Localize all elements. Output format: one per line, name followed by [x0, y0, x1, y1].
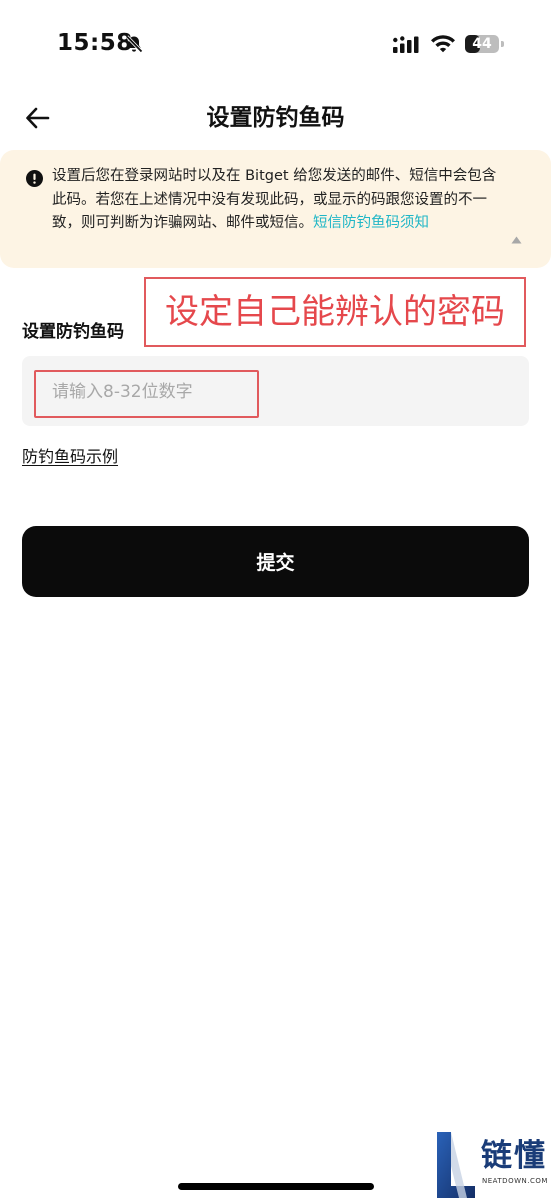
bell-slash-icon — [125, 35, 143, 53]
status-bar: 15:58 44 — [0, 0, 551, 90]
example-link[interactable]: 防钓鱼码示例 — [22, 444, 118, 470]
caret-up-icon[interactable] — [511, 236, 522, 244]
battery-cap — [501, 41, 504, 47]
battery-level: 44 — [472, 36, 492, 52]
cellular-signal-icon — [393, 36, 419, 53]
exclamation-circle-icon — [26, 170, 43, 187]
wifi-icon — [431, 35, 455, 53]
submit-button[interactable]: 提交 — [22, 526, 529, 597]
notice-link[interactable]: 短信防钓鱼码须知 — [313, 215, 429, 231]
battery-icon: 44 — [465, 35, 499, 53]
home-indicator[interactable] — [178, 1183, 374, 1190]
annotation-box: 设定自己能辨认的密码 — [144, 277, 526, 347]
annotation-text: 设定自己能辨认的密码 — [165, 292, 505, 332]
notice-banner: 设置后您在登录网站时以及在 Bitget 给您发送的邮件、短信中会包含此码。若您… — [0, 150, 551, 268]
notice-body: 设置后您在登录网站时以及在 Bitget 给您发送的邮件、短信中会包含此码。若您… — [52, 168, 497, 231]
watermark-brand-cn: 链懂 — [481, 1138, 547, 1174]
status-time: 15:58 — [57, 30, 133, 56]
brand-logo-icon — [437, 1132, 475, 1198]
field-label: 设置防钓鱼码 — [22, 322, 124, 342]
watermark: 链懂 NEATDOWN.COM — [437, 1130, 551, 1200]
watermark-brand-en: NEATDOWN.COM — [482, 1177, 548, 1185]
input-highlight-box — [34, 370, 259, 418]
notice-text: 设置后您在登录网站时以及在 Bitget 给您发送的邮件、短信中会包含此码。若您… — [52, 165, 507, 236]
page-title: 设置防钓鱼码 — [206, 105, 345, 131]
